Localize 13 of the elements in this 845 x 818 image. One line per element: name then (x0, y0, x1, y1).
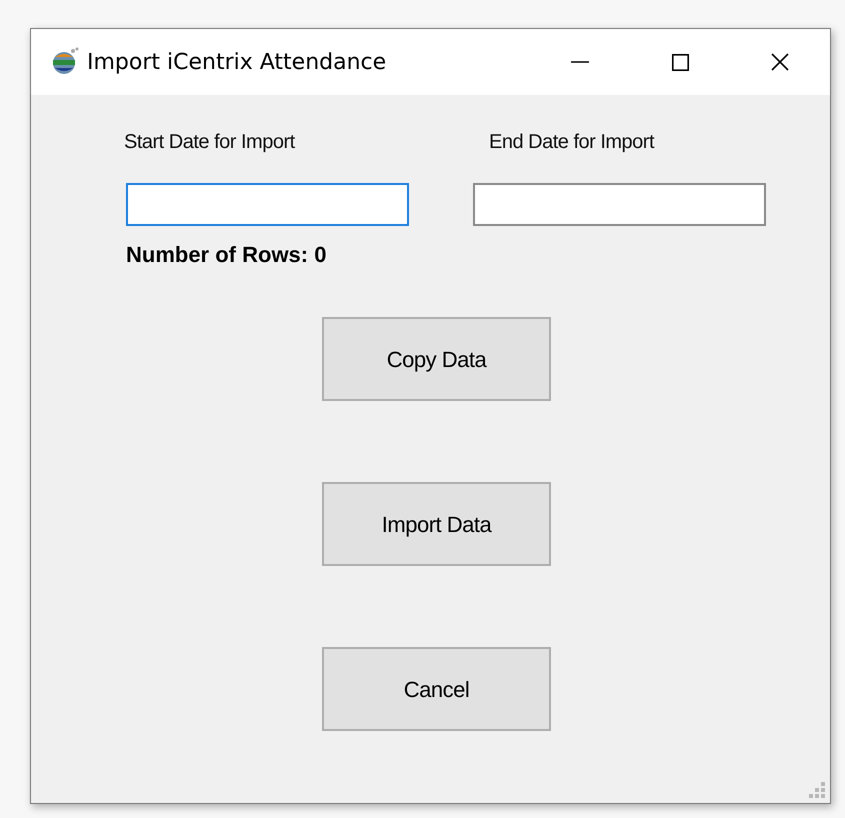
window-title: Import iCentrix Attendance (87, 48, 386, 76)
field-label: End Date for Import (489, 130, 656, 155)
row-count-label: Number of Rows: 0 (126, 242, 326, 267)
minimize-icon (571, 61, 589, 63)
resize-grip-icon[interactable] (809, 782, 827, 800)
dialog-button[interactable]: Import Data (322, 482, 551, 566)
dialog-button[interactable]: Copy Data (322, 317, 551, 401)
close-icon (771, 53, 789, 71)
dialog-button[interactable]: Cancel (322, 647, 551, 731)
date-input-field[interactable] (473, 183, 766, 226)
maximize-icon (672, 54, 688, 70)
date-input-field[interactable] (126, 183, 409, 226)
field-label: Start Date for Import (124, 130, 296, 155)
